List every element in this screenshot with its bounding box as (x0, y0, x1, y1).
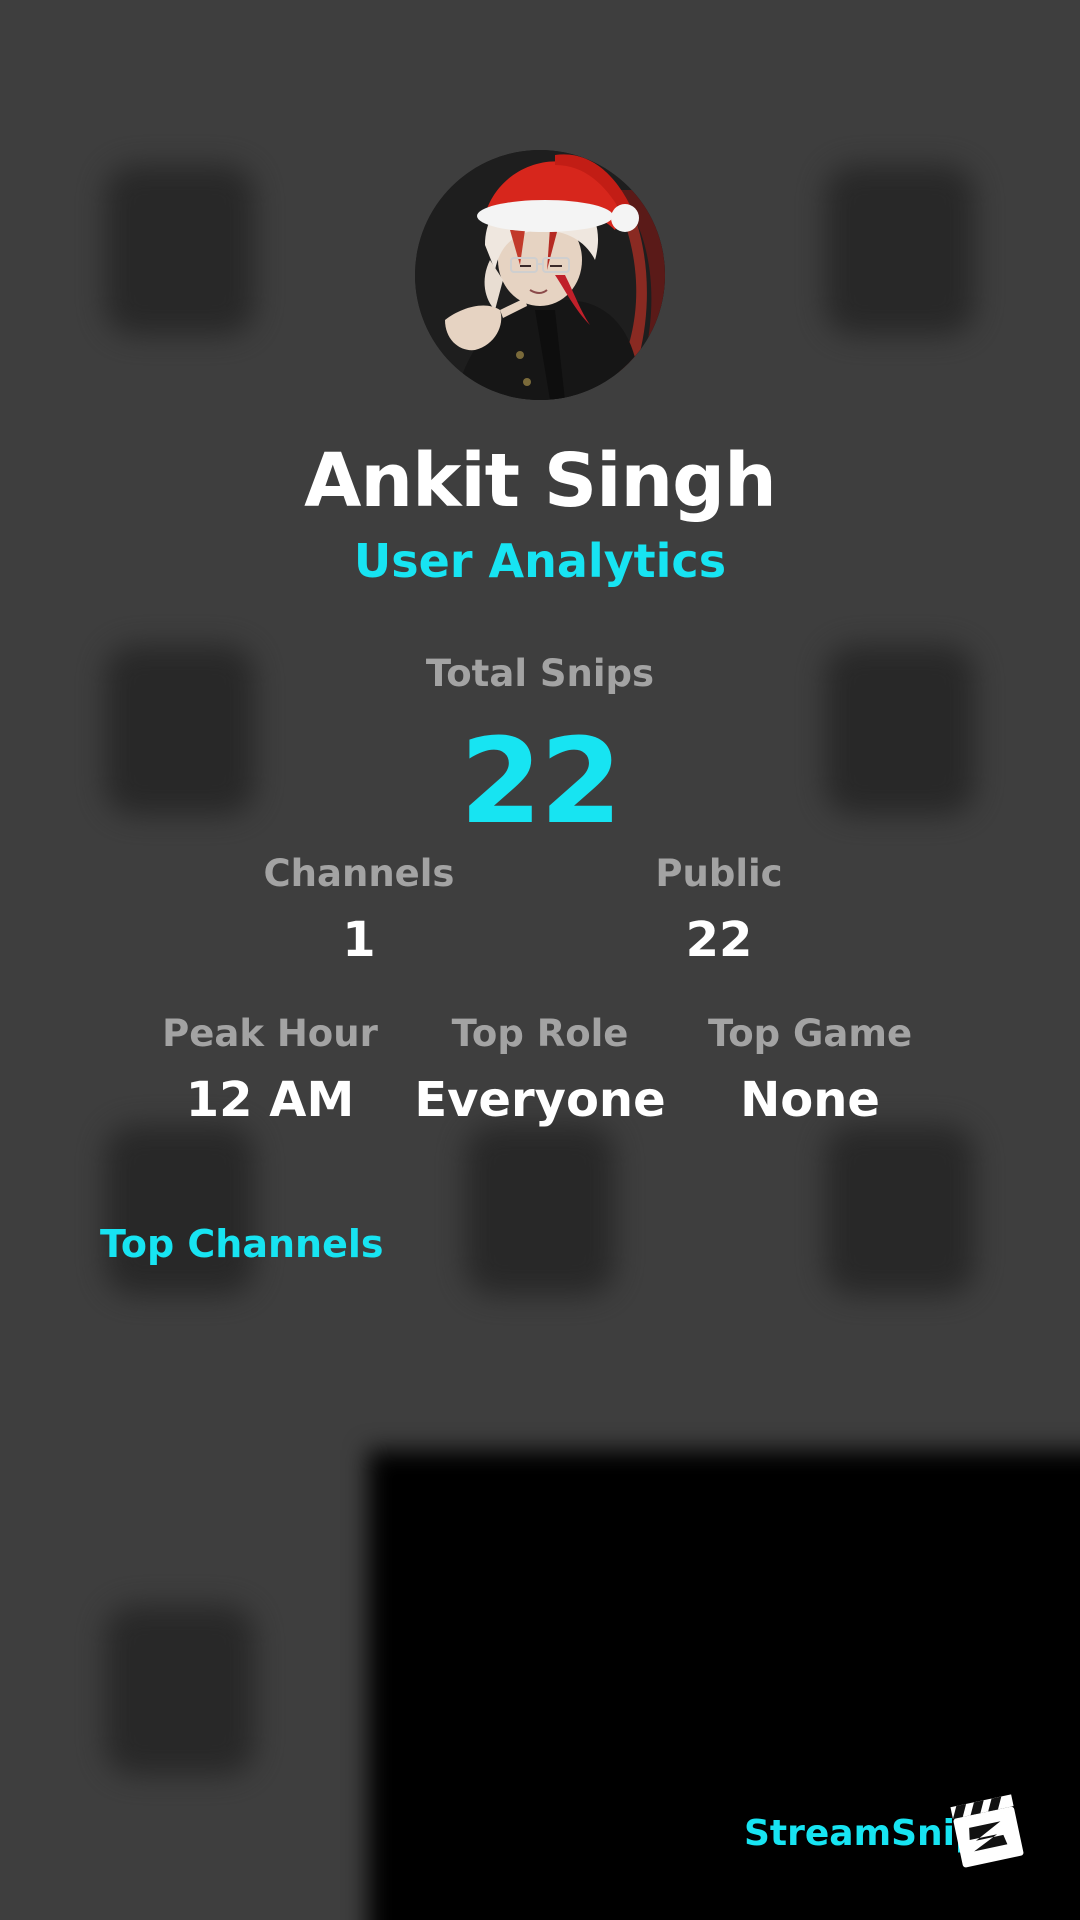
user-avatar (415, 150, 665, 400)
top-game-value: None (740, 1072, 880, 1128)
top-game-label: Top Game (707, 1012, 913, 1055)
avatar-illustration-icon (415, 150, 665, 400)
peak-hour-value: 12 AM (185, 1072, 355, 1128)
channels-label: Channels (263, 852, 455, 895)
public-value: 22 (685, 912, 753, 968)
user-name: Ankit Singh (304, 438, 777, 524)
analytics-card: Ankit Singh User Analytics Total Snips 2… (0, 0, 1080, 1920)
brand-name: StreamSnip (744, 1813, 981, 1854)
total-snips-label: Total Snips (425, 652, 655, 695)
clapperboard-icon (948, 1790, 1028, 1870)
page-subtitle: User Analytics (353, 534, 727, 588)
top-channels-heading: Top Channels (100, 1222, 384, 1266)
public-label: Public (655, 852, 783, 895)
total-snips-value: 22 (459, 712, 622, 850)
channels-value: 1 (342, 912, 376, 968)
top-role-label: Top Role (451, 1012, 629, 1055)
top-role-value: Everyone (414, 1072, 666, 1128)
peak-hour-label: Peak Hour (162, 1012, 378, 1055)
